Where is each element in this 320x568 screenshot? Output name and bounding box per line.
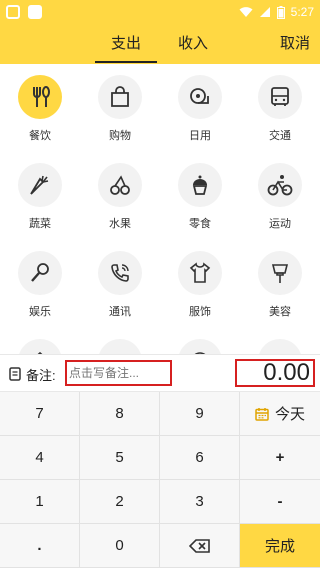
fork-spoon-icon: [33, 86, 50, 107]
battery-icon: [276, 5, 285, 19]
category-label: 通讯: [109, 306, 131, 318]
category-apparel[interactable]: 服饰: [160, 240, 240, 328]
category-label: 购物: [109, 130, 131, 142]
key-5[interactable]: 5: [80, 436, 160, 480]
key-8[interactable]: 8: [80, 392, 160, 436]
note-label: 备注:: [26, 368, 56, 383]
calendar-icon: [255, 407, 269, 421]
category-daily[interactable]: 日用: [160, 64, 240, 152]
notification-square-icon: [28, 5, 42, 19]
date-button[interactable]: 今天: [240, 392, 320, 436]
key-4[interactable]: 4: [0, 436, 80, 480]
cyclist-icon: [267, 175, 293, 196]
category-children[interactable]: [160, 328, 240, 354]
category-label: 运动: [269, 218, 291, 230]
done-button[interactable]: 完成: [240, 524, 320, 568]
tab-expense[interactable]: 支出: [111, 24, 141, 64]
category-transport[interactable]: 交通: [240, 64, 320, 152]
status-time: 5:27: [290, 5, 314, 19]
status-bar: 5:27: [0, 0, 320, 24]
key-9[interactable]: 9: [160, 392, 240, 436]
category-beauty[interactable]: 美容: [240, 240, 320, 328]
wifi-icon: [239, 7, 253, 17]
key-minus[interactable]: -: [240, 480, 320, 524]
note-input[interactable]: [65, 360, 172, 386]
date-label: 今天: [274, 406, 305, 423]
category-sports[interactable]: 运动: [240, 152, 320, 240]
category-groceries[interactable]: [240, 328, 320, 354]
tshirt-icon: [189, 262, 211, 283]
category-dining[interactable]: 餐饮: [0, 64, 80, 152]
category-fruit[interactable]: 水果: [80, 152, 160, 240]
key-plus[interactable]: +: [240, 436, 320, 480]
category-label: 服饰: [189, 306, 211, 318]
category-label: 水果: [109, 218, 131, 230]
category-label: 美容: [269, 306, 291, 318]
carrot-icon: [30, 175, 49, 195]
header: 支出 收入 取消: [0, 24, 320, 64]
category-entertainment[interactable]: 娱乐: [0, 240, 80, 328]
key-0[interactable]: 0: [80, 524, 160, 568]
phone-icon: [111, 264, 129, 282]
backspace-icon: [188, 538, 210, 553]
note-amount-row: 备注: 0.00: [0, 354, 320, 392]
key-7[interactable]: 7: [0, 392, 80, 436]
category-label: 交通: [269, 130, 291, 142]
category-car[interactable]: [80, 328, 160, 354]
bus-icon: [271, 87, 289, 106]
key-2[interactable]: 2: [80, 480, 160, 524]
brush-icon: [271, 264, 289, 283]
cupcake-icon: [192, 175, 208, 195]
category-snacks[interactable]: 零食: [160, 152, 240, 240]
category-label: 蔬菜: [29, 218, 51, 230]
cherries-icon: [110, 175, 130, 195]
key-3[interactable]: 3: [160, 480, 240, 524]
key-decimal[interactable]: .: [0, 524, 80, 568]
key-1[interactable]: 1: [0, 480, 80, 524]
tissue-roll-icon: [190, 88, 209, 104]
category-label: 日用: [189, 130, 211, 142]
category-label: 餐饮: [29, 130, 51, 142]
shopping-bag-icon: [111, 86, 129, 107]
category-label: 娱乐: [29, 306, 51, 318]
category-grid: 餐饮 购物 日用 交通 蔬菜 水果 零食 运动 娱乐 通讯 服饰 美容: [0, 64, 320, 354]
microphone-icon: [31, 263, 49, 282]
active-tab-indicator: [95, 61, 157, 63]
cancel-button[interactable]: 取消: [280, 24, 310, 64]
category-housing[interactable]: [0, 328, 80, 354]
backspace-button[interactable]: [160, 524, 240, 568]
category-label: 零食: [189, 218, 211, 230]
category-vegetables[interactable]: 蔬菜: [0, 152, 80, 240]
note-icon: [9, 367, 21, 381]
category-shopping[interactable]: 购物: [80, 64, 160, 152]
tab-income[interactable]: 收入: [178, 24, 208, 64]
category-communication[interactable]: 通讯: [80, 240, 160, 328]
key-6[interactable]: 6: [160, 436, 240, 480]
keypad: 7 8 9 今天 4 5 6 + 1 2 3 - . 0 完成: [0, 392, 320, 568]
amount-display: 0.00: [235, 359, 315, 387]
notification-app-icon: [6, 5, 20, 19]
signal-icon: [259, 7, 270, 17]
